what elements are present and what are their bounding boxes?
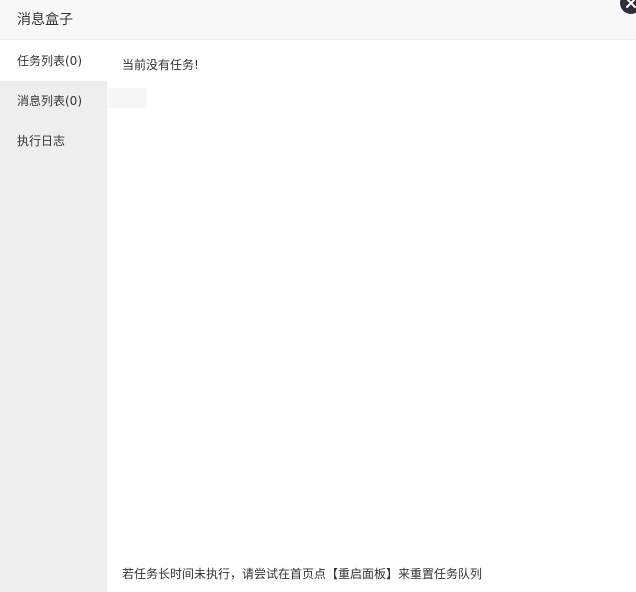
tab-message-list-label: 消息列表(0) [17, 94, 82, 108]
sidebar: 任务列表(0) 消息列表(0) 执行日志 [0, 41, 107, 592]
tab-execution-log[interactable]: 执行日志 [0, 121, 107, 161]
close-button[interactable] [620, 0, 636, 14]
task-list-panel: 当前没有任务! 若任务长时间未执行，请尝试在首页点【重启面板】来重置任务队列 [107, 41, 636, 592]
restart-panel-tip: 若任务长时间未执行，请尝试在首页点【重启面板】来重置任务队列 [122, 567, 483, 581]
tab-task-list[interactable]: 任务列表(0) [0, 41, 107, 81]
tab-execution-log-label: 执行日志 [17, 134, 66, 148]
message-box-dialog: 消息盒子 任务列表(0) 消息列表(0) 执行日志 当前没有任务! 若任务长时间… [0, 0, 636, 592]
empty-task-message: 当前没有任务! [122, 58, 199, 72]
tab-task-list-label: 任务列表(0) [17, 54, 82, 68]
close-icon [626, 0, 636, 8]
tab-message-list[interactable]: 消息列表(0) [0, 81, 107, 121]
title-bar: 消息盒子 [0, 0, 636, 40]
faded-placeholder [107, 88, 147, 108]
dialog-title: 消息盒子 [17, 12, 73, 28]
